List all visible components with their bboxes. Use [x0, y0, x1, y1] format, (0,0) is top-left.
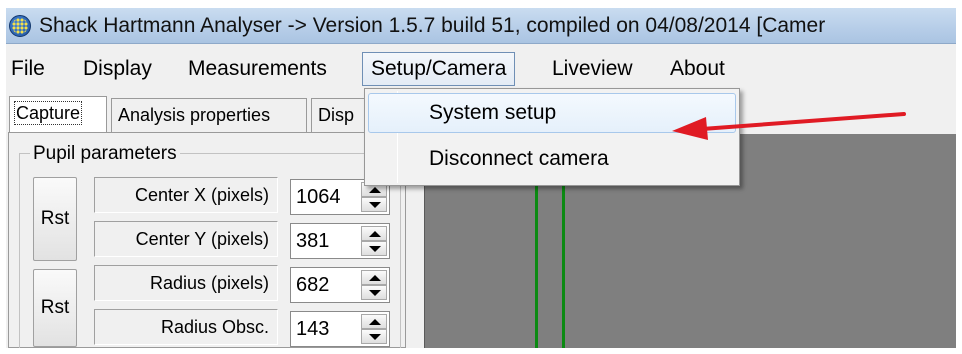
- menu-liveview[interactable]: Liveview: [552, 52, 633, 86]
- tab-display-label: Disp: [318, 105, 355, 125]
- radius-label: Radius (pixels): [94, 265, 278, 301]
- center-x-value[interactable]: 1064: [296, 180, 341, 214]
- center-x-label: Center X (pixels): [94, 177, 278, 213]
- tab-capture[interactable]: Capture: [9, 96, 107, 132]
- center-y-label: Center Y (pixels): [94, 221, 278, 257]
- tab-display[interactable]: Disp: [311, 98, 371, 132]
- app-icon: [9, 15, 31, 37]
- reset-radius-button[interactable]: Rst: [33, 269, 77, 347]
- app-window: Shack Hartmann Analyser -> Version 1.5.7…: [6, 8, 956, 348]
- reset-center-button[interactable]: Rst: [33, 177, 77, 261]
- menu-measurements[interactable]: Measurements: [188, 52, 327, 86]
- center-y-value[interactable]: 381: [296, 224, 329, 258]
- arrow-down-icon[interactable]: [361, 241, 387, 256]
- arrow-down-icon[interactable]: [361, 285, 387, 300]
- tab-analysis-properties-label: Analysis properties: [118, 105, 271, 125]
- arrow-up-icon[interactable]: [361, 314, 387, 329]
- menu-about[interactable]: About: [670, 52, 725, 86]
- radius-value[interactable]: 682: [296, 268, 329, 302]
- annotation-arrow-icon: [672, 112, 906, 140]
- menu-setup-camera[interactable]: Setup/Camera: [362, 52, 516, 86]
- radius-stepper[interactable]: 682: [290, 267, 390, 303]
- capture-panel: Pupil parameters Rst Rst Center X (pixel…: [8, 132, 406, 348]
- arrow-up-icon[interactable]: [361, 226, 387, 241]
- window-title: Shack Hartmann Analyser -> Version 1.5.7…: [39, 14, 826, 37]
- arrow-up-icon[interactable]: [361, 270, 387, 285]
- menu-bar: File Display Measurements Setup/Camera L…: [6, 52, 956, 86]
- menu-file[interactable]: File: [11, 52, 45, 86]
- pupil-parameters-label: Pupil parameters: [30, 143, 180, 165]
- center-y-stepper[interactable]: 381: [290, 223, 390, 259]
- tab-capture-label: Capture: [13, 101, 83, 125]
- radius-obsc-label: Radius Obsc.: [94, 309, 278, 345]
- radius-obsc-value[interactable]: 143: [296, 312, 329, 346]
- disconnect-camera-menu-item[interactable]: Disconnect camera: [368, 139, 736, 179]
- tab-analysis-properties[interactable]: Analysis properties: [111, 98, 307, 132]
- menu-display[interactable]: Display: [83, 52, 152, 86]
- radius-obsc-stepper[interactable]: 143: [290, 311, 390, 347]
- title-bar[interactable]: Shack Hartmann Analyser -> Version 1.5.7…: [6, 8, 956, 44]
- arrow-down-icon[interactable]: [361, 197, 387, 212]
- arrow-down-icon[interactable]: [361, 329, 387, 344]
